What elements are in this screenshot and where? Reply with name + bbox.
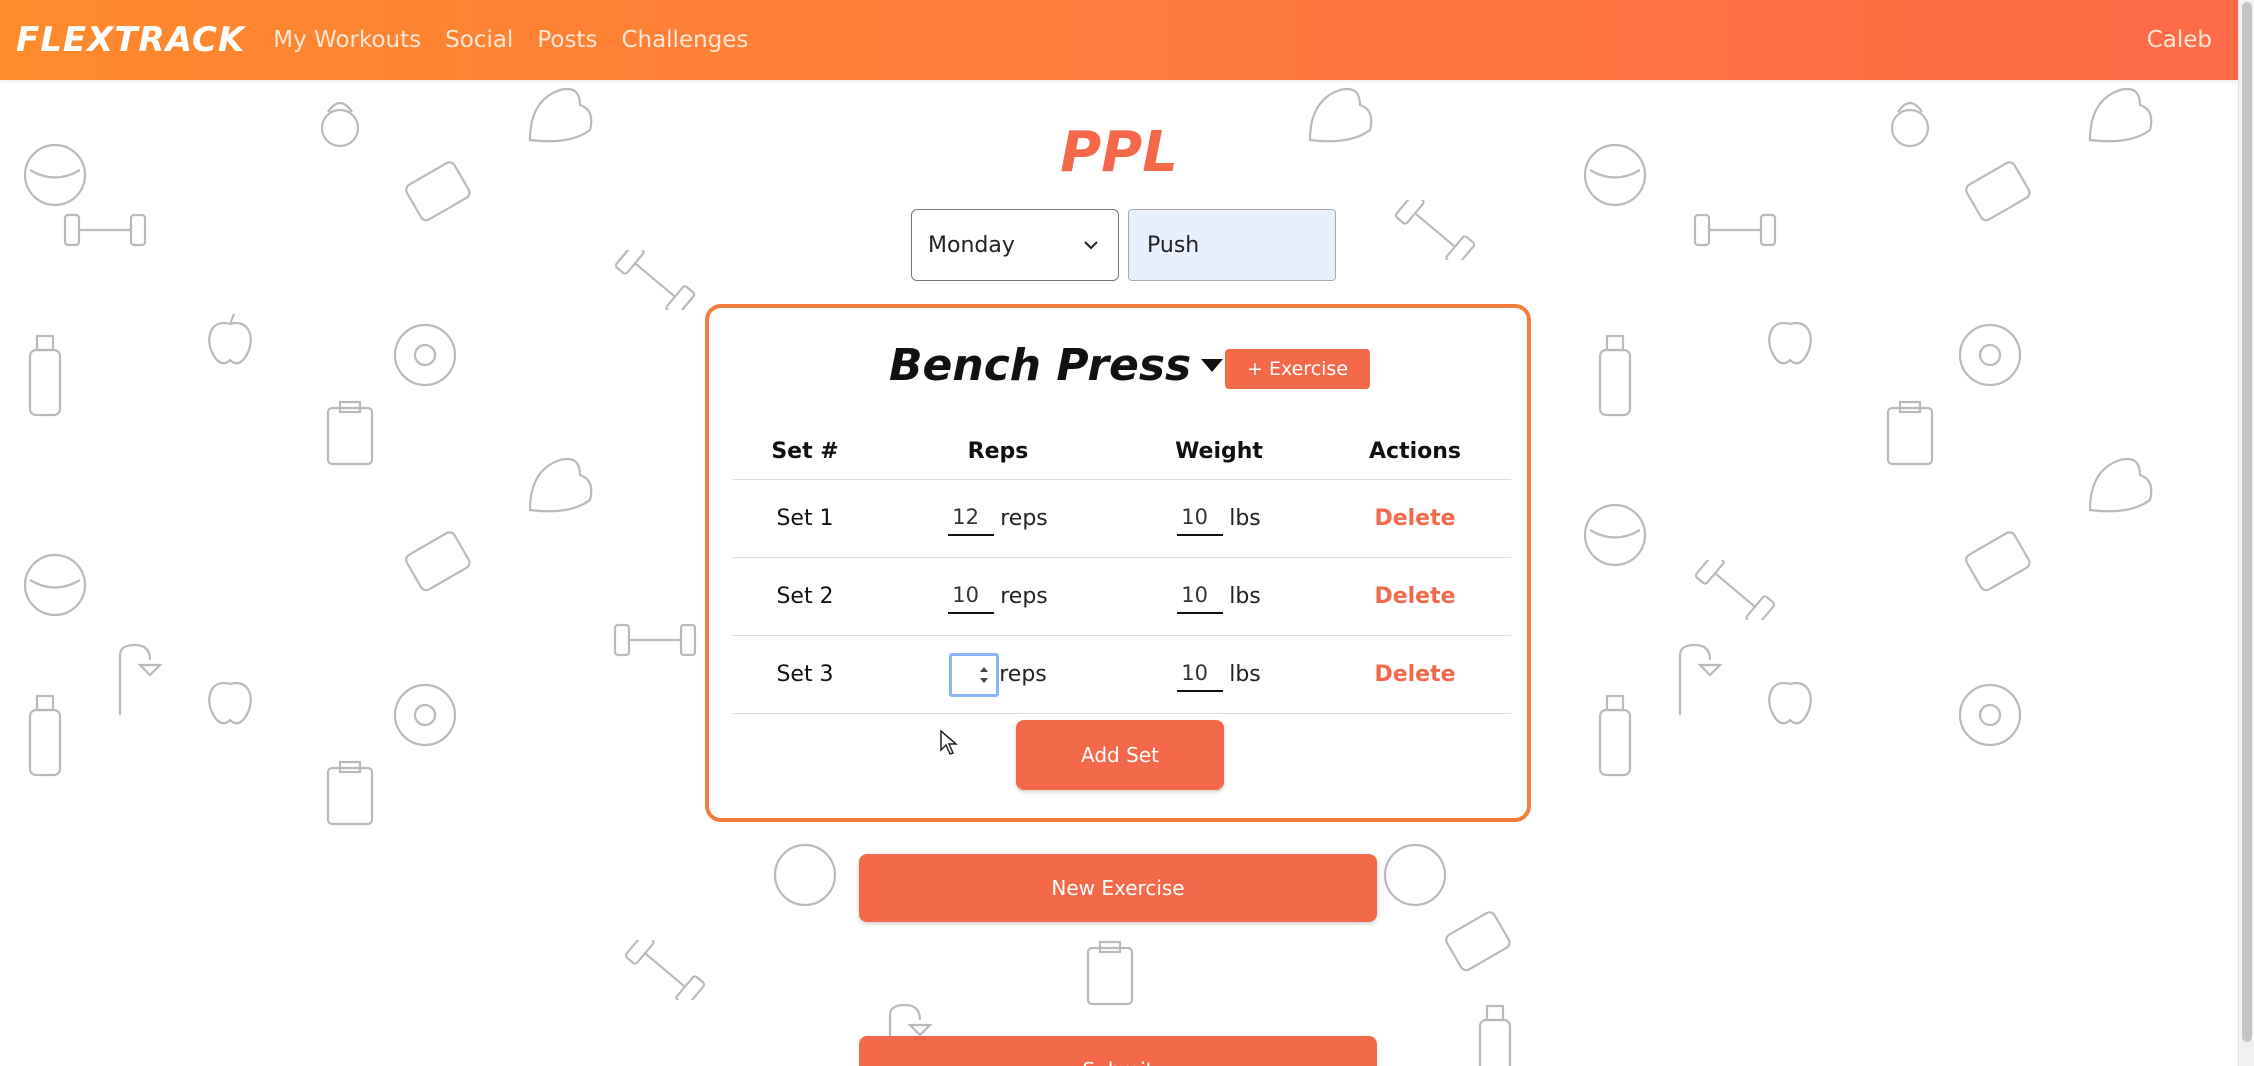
reps-input[interactable]: 10	[948, 580, 995, 614]
page-title: PPL	[1060, 120, 1178, 185]
weight-unit: lbs	[1229, 506, 1261, 531]
weight-input[interactable]: 10	[1177, 502, 1224, 536]
nav-social[interactable]: Social	[445, 27, 513, 53]
weight-cell: 10 lbs	[1119, 558, 1319, 635]
col-header-set: Set #	[771, 439, 839, 464]
ball-icon	[1583, 503, 1647, 567]
plate-icon	[393, 323, 457, 387]
set-label: Set 2	[776, 584, 834, 609]
bottle-icon	[28, 334, 62, 417]
table-row: Set 1 12 reps 10 lbs Delete	[733, 480, 1511, 558]
chevron-down-icon	[1084, 241, 1098, 250]
weight-unit: lbs	[1229, 662, 1261, 687]
col-header-actions: Actions	[1369, 439, 1461, 464]
user-menu[interactable]: Caleb	[2147, 27, 2212, 53]
navbar: FLEXTRACK My Workouts Social Posts Chall…	[0, 0, 2238, 80]
exercise-dropdown[interactable]: Bench Press	[889, 340, 1224, 391]
nav-links: My Workouts Social Posts Challenges	[273, 27, 772, 53]
bottle-icon	[1478, 1004, 1512, 1066]
apple-icon	[1768, 321, 1812, 365]
new-exercise-button[interactable]: New Exercise	[859, 854, 1377, 922]
weight-cell: 10 lbs	[1119, 480, 1319, 557]
weight-input[interactable]: 10	[1177, 580, 1224, 614]
reps-unit: reps	[1000, 506, 1048, 531]
weight-unit: lbs	[1229, 584, 1261, 609]
reps-unit: reps	[1000, 584, 1048, 609]
day-select[interactable]: Monday	[911, 209, 1119, 281]
clipboard-icon	[326, 760, 374, 826]
reps-cell: 12 reps	[877, 480, 1119, 557]
page-scrollbar[interactable]	[2238, 0, 2254, 1066]
apple-icon	[1768, 681, 1812, 725]
reps-input[interactable]	[949, 652, 1000, 697]
actions-cell: Delete	[1319, 636, 1511, 713]
brand-logo[interactable]: FLEXTRACK	[16, 20, 245, 60]
reps-input[interactable]: 12	[948, 502, 995, 536]
ball-icon	[23, 553, 87, 617]
nav-posts[interactable]: Posts	[537, 27, 597, 53]
apple-icon	[208, 313, 252, 365]
dumbbell-icon	[613, 623, 697, 657]
col-header-weight: Weight	[1175, 439, 1263, 464]
exercise-card: Bench Press + Exercise Set # Reps Weight…	[705, 304, 1531, 822]
apple-icon	[208, 681, 252, 725]
clipboard-icon	[1886, 400, 1934, 466]
table-row: Set 2 10 reps 10 lbs Delete	[733, 558, 1511, 636]
weight-input[interactable]: 10	[1177, 658, 1224, 692]
nav-my-workouts[interactable]: My Workouts	[273, 27, 421, 53]
actions-cell: Delete	[1319, 558, 1511, 635]
delete-set-button[interactable]: Delete	[1374, 506, 1455, 531]
delete-set-button[interactable]: Delete	[1374, 584, 1455, 609]
set-label: Set 3	[776, 662, 834, 687]
table-header-row: Set # Reps Weight Actions	[733, 424, 1511, 480]
exercise-name: Bench Press	[889, 340, 1192, 391]
add-set-button[interactable]: Add Set	[1016, 720, 1224, 790]
bottle-icon	[28, 694, 62, 777]
dumbbell-icon	[1693, 213, 1777, 247]
actions-cell: Delete	[1319, 480, 1511, 557]
bottle-icon	[1598, 694, 1632, 777]
plate-icon	[393, 683, 457, 747]
muscle-icon	[528, 457, 593, 513]
plate-icon	[1958, 323, 2022, 387]
sets-table: Set # Reps Weight Actions Set 1 12 reps …	[733, 424, 1511, 714]
shower-icon	[118, 643, 163, 715]
submit-button[interactable]: Submit	[859, 1036, 1377, 1066]
bottle-icon	[1598, 334, 1632, 417]
mat-icon	[1445, 911, 1511, 972]
mat-icon	[405, 531, 471, 592]
set-label: Set 1	[776, 506, 834, 531]
dumbbell-icon	[1694, 560, 1776, 620]
ball-icon	[773, 843, 837, 907]
weight-cell: 10 lbs	[1119, 636, 1319, 713]
reps-unit: reps	[999, 662, 1047, 687]
mouse-cursor-icon	[940, 730, 958, 755]
nav-challenges[interactable]: Challenges	[621, 27, 748, 53]
caret-down-icon	[1201, 358, 1224, 372]
table-row: Set 3 reps 10 lbs Delete	[733, 636, 1511, 714]
add-exercise-button[interactable]: + Exercise	[1225, 349, 1370, 389]
dumbbell-icon	[1394, 200, 1476, 260]
reps-cell: 10 reps	[877, 558, 1119, 635]
workout-controls: Monday Push	[911, 209, 1336, 281]
scrollbar-thumb[interactable]	[2242, 2, 2252, 1042]
muscle-icon	[2088, 457, 2153, 513]
col-header-reps: Reps	[967, 439, 1029, 464]
mat-icon	[1965, 531, 2031, 592]
delete-set-button[interactable]: Delete	[1374, 662, 1455, 687]
dumbbell-icon	[624, 940, 706, 1000]
spinner-arrows-icon	[980, 666, 989, 683]
dumbbell-icon	[614, 250, 696, 310]
split-name-input[interactable]: Push	[1128, 209, 1336, 281]
clipboard-icon	[326, 400, 374, 466]
clipboard-icon	[1086, 940, 1134, 1006]
shower-icon	[1678, 643, 1723, 715]
day-select-value: Monday	[928, 232, 1015, 258]
plate-icon	[1958, 683, 2022, 747]
reps-cell: reps	[877, 636, 1119, 713]
